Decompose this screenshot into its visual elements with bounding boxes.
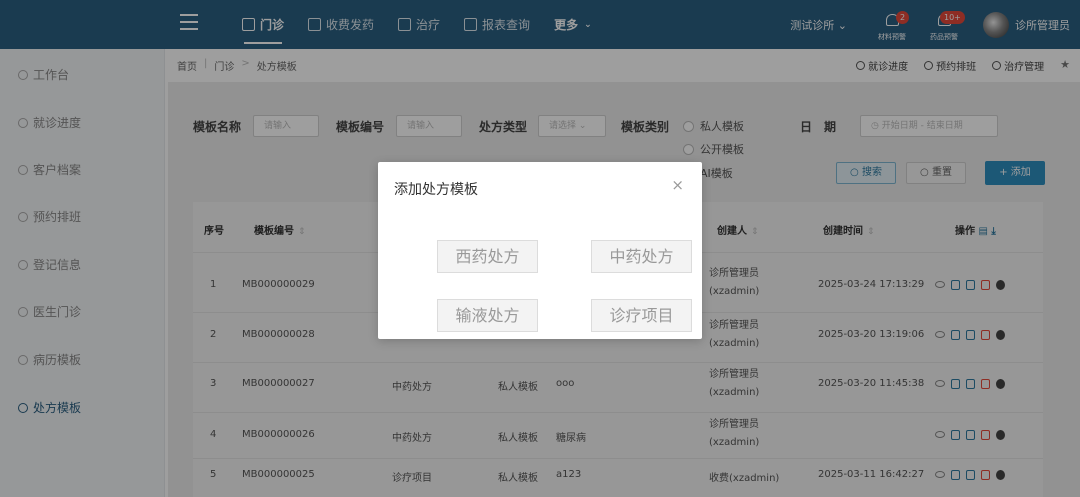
western-prescription-button[interactable]: 西药处方 xyxy=(437,240,538,273)
add-template-modal: 添加处方模板 × 西药处方 中药处方 输液处方 诊疗项目 xyxy=(378,162,702,339)
close-icon[interactable]: × xyxy=(671,176,684,194)
treatment-item-button[interactable]: 诊疗项目 xyxy=(591,299,692,332)
infusion-prescription-button[interactable]: 输液处方 xyxy=(437,299,538,332)
chinese-prescription-button[interactable]: 中药处方 xyxy=(591,240,692,273)
modal-title: 添加处方模板 xyxy=(394,182,478,198)
